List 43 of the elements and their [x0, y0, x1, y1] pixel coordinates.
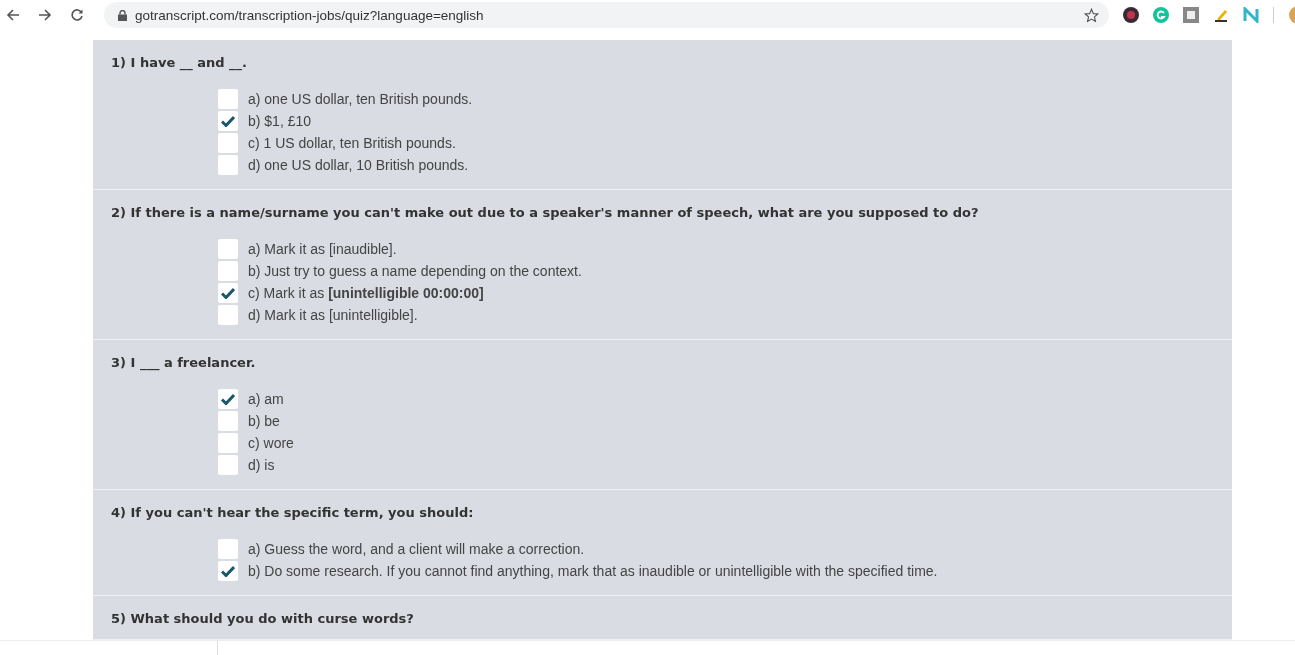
checkbox[interactable]	[218, 239, 238, 259]
option-label[interactable]: c) 1 US dollar, ten British pounds.	[248, 135, 456, 151]
question-text: 1) I have __ and __.	[111, 55, 249, 70]
option-label[interactable]: a) Mark it as [inaudible].	[248, 241, 397, 257]
checkbox[interactable]	[218, 433, 238, 453]
option-label[interactable]: c) wore	[248, 435, 294, 451]
option-label[interactable]: d) is	[248, 457, 275, 473]
option-label[interactable]: a) am	[248, 391, 284, 407]
reload-icon[interactable]	[70, 8, 84, 22]
checkbox[interactable]	[218, 305, 238, 325]
checkbox[interactable]	[218, 455, 238, 475]
question-text: 2) If there is a name/surname you can't make out due to a speaker's manner of speech, what are you supposed to do?	[111, 205, 980, 220]
checkbox[interactable]	[218, 89, 238, 109]
option-label[interactable]: a) Guess the word, and a client will make a correction.	[248, 541, 585, 557]
option-label[interactable]: a) one US dollar, ten British pounds.	[248, 91, 473, 107]
question-text: 3) I ___ a freelancer.	[111, 355, 257, 370]
checkbox[interactable]	[218, 155, 238, 175]
option-label[interactable]: b) Just try to guess a name depending on the context.	[248, 263, 582, 279]
pencil-icon[interactable]	[1213, 7, 1229, 23]
forward-icon[interactable]	[38, 8, 52, 22]
checkbox[interactable]	[218, 261, 238, 281]
checkbox[interactable]	[218, 283, 238, 303]
extension-icon[interactable]	[1123, 7, 1139, 23]
question-text: 5) What should you do with curse words?	[111, 611, 415, 626]
option-label[interactable]: b) Do some research. If you cannot find anything, mark that as inaudible or unintelligible with the specified time.	[248, 563, 938, 579]
checkbox[interactable]	[218, 389, 238, 409]
checkbox[interactable]	[218, 133, 238, 153]
back-icon[interactable]	[6, 8, 20, 22]
checkbox[interactable]	[218, 411, 238, 431]
checkbox[interactable]	[218, 111, 238, 131]
option-label[interactable]: b) $1, £10	[248, 113, 312, 129]
checkbox[interactable]	[218, 561, 238, 581]
question-text: 4) If you can't hear the specific term, you should:	[111, 505, 475, 520]
avatar-icon[interactable]	[1288, 6, 1295, 24]
option-label[interactable]: d) one US dollar, 10 British pounds.	[248, 157, 469, 173]
checkbox[interactable]	[218, 539, 238, 559]
star-icon[interactable]	[1084, 7, 1099, 23]
lock-icon	[118, 9, 127, 21]
url-text: gotranscript.com/transcription-jobs/quiz?language=english	[135, 7, 485, 23]
option-label[interactable]: d) Mark it as [unintelligible].	[248, 307, 418, 323]
option-label[interactable]: c) Mark it as [unintelligible 00:00:00]	[248, 285, 484, 301]
option-label[interactable]: b) be	[248, 413, 280, 429]
address-bar[interactable]: gotranscript.com/transcription-jobs/quiz?language=english	[104, 2, 1109, 28]
